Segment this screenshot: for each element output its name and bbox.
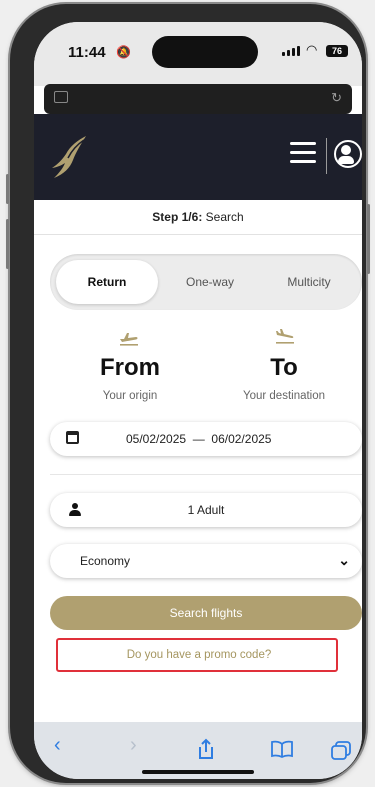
tab-return[interactable]: Return: [56, 260, 158, 304]
header-divider: [326, 138, 327, 174]
cabin-class-select[interactable]: Economy ⌄: [50, 544, 362, 578]
power-button: [367, 204, 370, 274]
step-label: Search: [205, 210, 244, 224]
tabs-icon[interactable]: [54, 91, 68, 103]
promo-code-link[interactable]: Do you have a promo code?: [58, 649, 340, 661]
volume-button: [6, 219, 9, 269]
wifi-icon: ◠: [306, 42, 318, 57]
chevron-down-icon: ⌄: [338, 552, 350, 568]
cabin-class-value: Economy: [80, 554, 131, 568]
tab-one-way[interactable]: One-way: [162, 260, 258, 304]
end-date: 06/02/2025: [211, 432, 272, 446]
dynamic-island: [152, 36, 258, 68]
hamburger-menu-icon[interactable]: [290, 142, 316, 164]
date-range-value: 05/02/2025 — 06/02/2025: [126, 432, 271, 446]
silent-bell-icon: 🔕: [116, 45, 131, 59]
calendar-icon: [66, 431, 79, 444]
back-icon[interactable]: ‹: [54, 734, 61, 757]
account-icon[interactable]: [334, 140, 362, 168]
date-range-field[interactable]: 05/02/2025 — 06/02/2025: [50, 422, 362, 456]
browser-toolbar: ‹ ›: [34, 722, 362, 779]
browser-url-bar[interactable]: ↻: [44, 84, 352, 114]
home-indicator: [142, 770, 254, 774]
plane-takeoff-icon: [120, 333, 138, 346]
volume-button: [6, 174, 9, 204]
signal-icon: [282, 46, 300, 56]
destination-subtitle: Your destination: [242, 390, 326, 402]
phone-frame: 11:44 🔕 ◠ 76 ↻ Step 1/6: Search Return O…: [6, 4, 370, 783]
reload-icon[interactable]: ↻: [331, 90, 342, 106]
section-divider: [50, 474, 362, 475]
trip-type-toggle: Return One-way Multicity: [50, 254, 362, 310]
search-flights-button[interactable]: Search flights: [50, 596, 362, 630]
tabs-overview-icon[interactable]: [330, 740, 352, 760]
date-separator: —: [192, 432, 205, 446]
plane-landing-icon: [276, 329, 294, 344]
step-prefix: Step 1/6:: [152, 210, 203, 224]
share-icon[interactable]: [196, 738, 216, 760]
origin-title: From: [100, 354, 160, 381]
step-indicator: Step 1/6: Search: [34, 200, 362, 235]
site-header: [34, 114, 362, 200]
falcon-logo-icon[interactable]: [48, 134, 88, 180]
destination-title: To: [270, 354, 298, 381]
status-time: 11:44: [68, 44, 106, 61]
screen: 11:44 🔕 ◠ 76 ↻ Step 1/6: Search Return O…: [34, 22, 362, 779]
passengers-value: 1 Adult: [187, 503, 225, 517]
forward-icon[interactable]: ›: [130, 734, 137, 757]
origin-subtitle: Your origin: [102, 390, 158, 402]
status-bar: 11:44 🔕 ◠ 76: [34, 22, 362, 86]
bookmarks-icon[interactable]: [270, 740, 294, 758]
battery-icon: 76: [326, 45, 348, 57]
promo-highlight-box: Do you have a promo code?: [56, 638, 338, 672]
start-date: 05/02/2025: [126, 432, 187, 446]
tab-multicity[interactable]: Multicity: [262, 260, 356, 304]
passengers-field[interactable]: 1 Adult: [50, 493, 362, 527]
